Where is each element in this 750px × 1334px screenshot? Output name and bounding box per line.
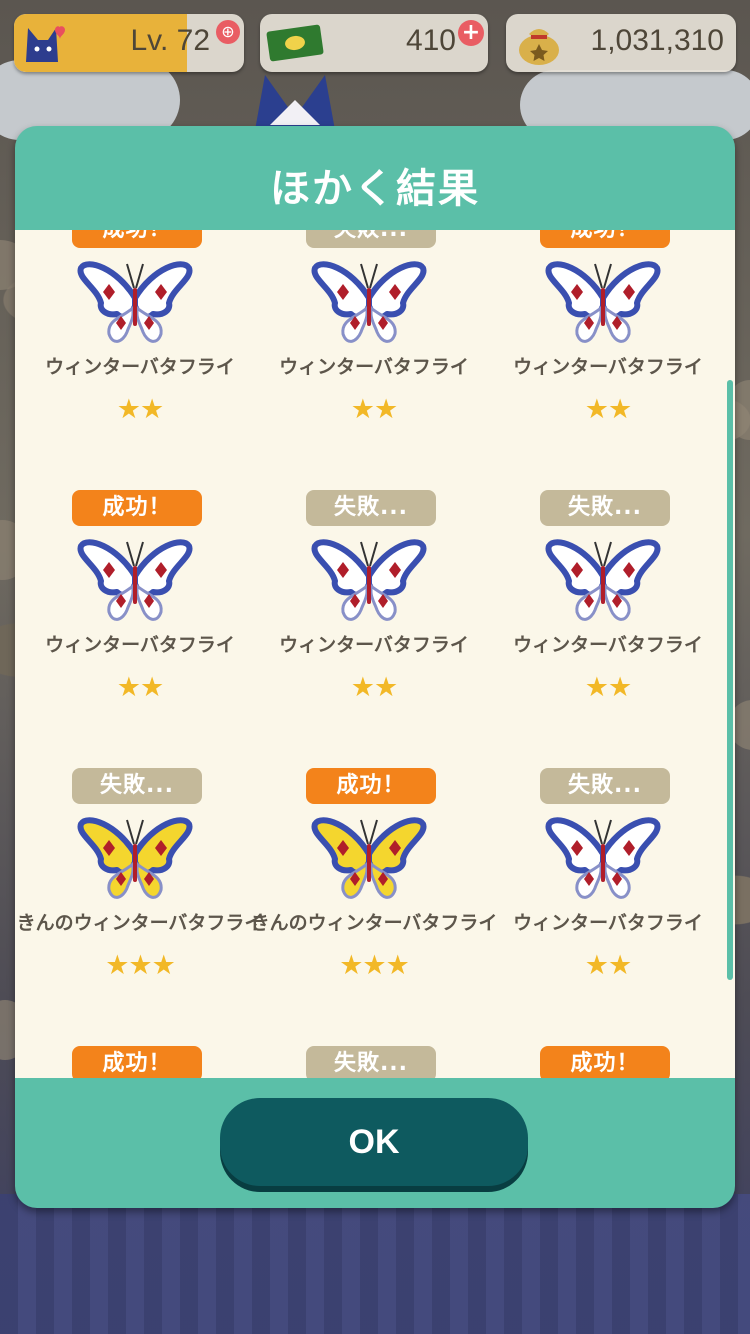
result-cell: 失敗... きんのウィンターバタフライ ★★★ xyxy=(15,768,263,1046)
catch-results-dialog: ほかく結果 成功！ ウィンターバタフライ ★★ 失敗... ウィンターバタフライ ★★… xyxy=(15,126,735,1208)
rarity-stars: ★★ xyxy=(584,950,632,981)
success-badge: 成功！ xyxy=(306,768,436,804)
success-badge: 成功！ xyxy=(72,230,202,248)
butterfly-icon xyxy=(77,817,193,899)
result-cell: 失敗... ウィンターバタフライ ★★ xyxy=(249,230,483,490)
butterfly-icon xyxy=(311,539,427,621)
level-meter[interactable]: Lv. 72 ⊕ xyxy=(14,14,244,72)
scrollbar[interactable] xyxy=(727,380,733,980)
item-name: ウィンターバタフライ xyxy=(45,356,235,378)
butterfly-icon xyxy=(77,261,193,343)
level-label: Lv. 72 xyxy=(130,24,211,57)
item-name: ウィンターバタフライ xyxy=(279,356,469,378)
item-name: ウィンターバタフライ xyxy=(513,634,703,656)
rarity-stars: ★★ xyxy=(116,394,164,425)
fail-badge: 失敗... xyxy=(306,1046,436,1078)
butterfly-icon xyxy=(77,539,193,621)
success-badge: 成功！ xyxy=(540,230,670,248)
result-cell: 成功！ きんのウィンターバタフライ ★★★ xyxy=(249,768,497,1046)
butterfly-icon xyxy=(545,261,661,343)
result-cell: 失敗... ウィンターバタフライ ★★ xyxy=(483,490,717,768)
dialog-title: ほかく結果 xyxy=(270,166,480,212)
rarity-stars: ★★★ xyxy=(105,950,176,981)
result-cell: 成功！ ウィンターバタフライ ★★ xyxy=(15,230,249,490)
result-cell: 成功！ ウィンターバタフライ ★★ xyxy=(15,490,249,768)
cat-avatar-icon xyxy=(26,26,65,62)
result-cell: 成功！ xyxy=(483,1046,717,1078)
butterfly-icon xyxy=(545,539,661,621)
result-cell: 失敗... ウィンターバタフライ ★★ xyxy=(249,490,483,768)
results-panel[interactable]: 成功！ ウィンターバタフライ ★★ 失敗... ウィンターバタフライ ★★ 成功！ xyxy=(15,230,735,1078)
rarity-stars: ★★ xyxy=(116,672,164,703)
ok-button[interactable]: OK xyxy=(220,1098,528,1186)
butterfly-icon xyxy=(311,261,427,343)
fail-badge: 失敗... xyxy=(72,768,202,804)
fail-badge: 失敗... xyxy=(306,490,436,526)
rarity-stars: ★★ xyxy=(350,394,398,425)
villager-cat-icon xyxy=(255,75,335,130)
zoom-icon[interactable]: ⊕ xyxy=(216,20,240,44)
item-name: ウィンターバタフライ xyxy=(279,634,469,656)
result-cell: 失敗... xyxy=(249,1046,483,1078)
plus-icon[interactable]: + xyxy=(458,20,484,46)
success-badge: 成功！ xyxy=(540,1046,670,1078)
result-cell: 失敗... ウィンターバタフライ ★★ xyxy=(483,768,717,1046)
item-name: ウィンターバタフライ xyxy=(45,634,235,656)
fail-badge: 失敗... xyxy=(540,490,670,526)
result-cell: 成功！ ウィンターバタフライ ★★ xyxy=(483,230,717,490)
success-badge: 成功！ xyxy=(72,490,202,526)
leaf-ticket-count: 410 xyxy=(405,24,456,57)
item-name: きんのウィンターバタフライ xyxy=(250,912,498,934)
rarity-stars: ★★ xyxy=(584,672,632,703)
item-name: ウィンターバタフライ xyxy=(513,356,703,378)
item-name: きんのウィンターバタフライ xyxy=(16,912,264,934)
fail-badge: 失敗... xyxy=(540,768,670,804)
bell-bag-icon xyxy=(519,29,559,65)
bells-counter: 1,031,310 xyxy=(506,14,736,72)
rarity-stars: ★★ xyxy=(584,394,632,425)
butterfly-icon xyxy=(545,817,661,899)
bells-count: 1,031,310 xyxy=(590,24,724,57)
result-cell: 成功！ xyxy=(15,1046,249,1078)
success-badge: 成功！ xyxy=(72,1046,202,1078)
rarity-stars: ★★★ xyxy=(339,950,410,981)
rarity-stars: ★★ xyxy=(350,672,398,703)
leaf-ticket-counter[interactable]: 410 + xyxy=(260,14,488,72)
item-name: ウィンターバタフライ xyxy=(513,912,703,934)
fail-badge: 失敗... xyxy=(306,230,436,248)
butterfly-icon xyxy=(311,817,427,899)
leaf-ticket-icon xyxy=(266,24,324,62)
